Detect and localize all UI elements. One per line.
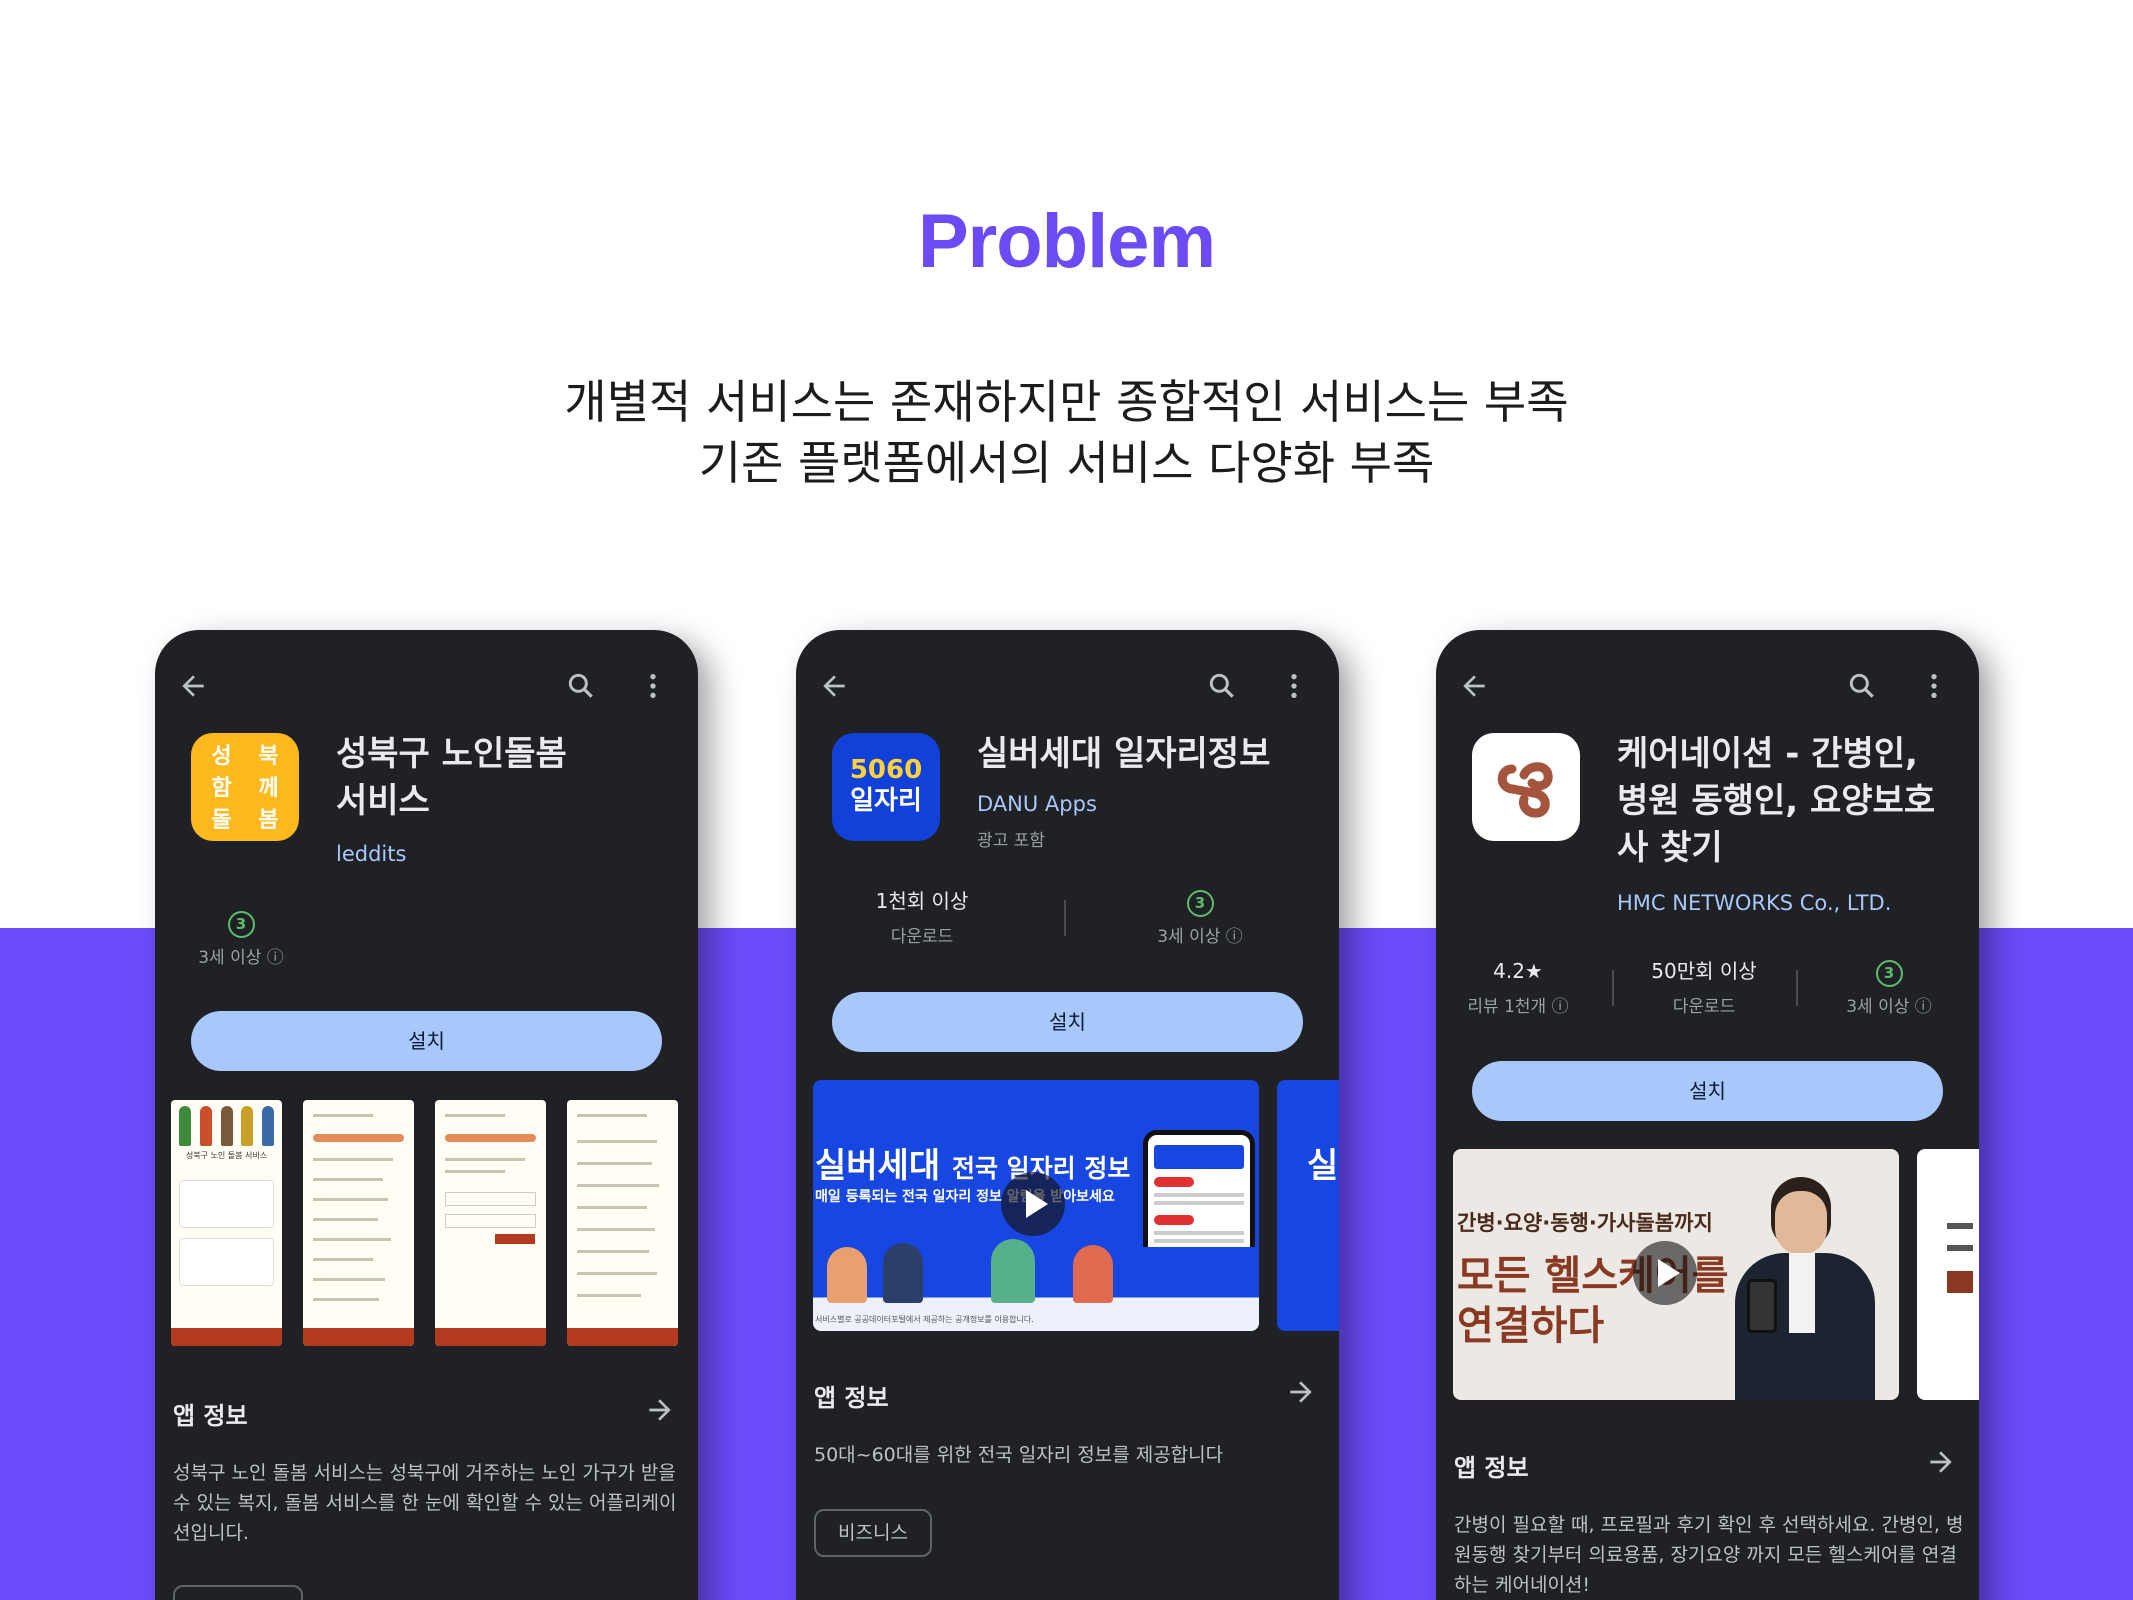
app-screenshot[interactable]: 실 bbox=[1277, 1080, 1339, 1331]
top-app-bar bbox=[155, 660, 698, 712]
back-arrow-icon[interactable] bbox=[1458, 670, 1490, 702]
rating-stat: 4.2★ 리뷰 1천개 ⓘ bbox=[1448, 956, 1588, 1017]
arrow-right-icon[interactable] bbox=[644, 1394, 676, 1426]
icon-glyph: 돌 bbox=[211, 808, 232, 833]
seongbuk-care-icon: 성 북 함 께 돌 봄 bbox=[191, 733, 299, 841]
install-button[interactable]: 설치 bbox=[832, 992, 1303, 1052]
section-title-app-info: 앱 정보 bbox=[1454, 1454, 1529, 1482]
banner-footer: 서비스별로 공공데이터포털에서 제공하는 공개정보를 이용합니다. bbox=[815, 1315, 1034, 1324]
age-rating-stat: 3 3세 이상 ⓘ bbox=[1819, 956, 1959, 1017]
play-icon bbox=[1658, 1259, 1680, 1287]
downloads-value: 1천회 이상 bbox=[875, 889, 969, 913]
banner-line-3: 연결하다 bbox=[1457, 1303, 1605, 1349]
more-vert-icon[interactable] bbox=[1918, 670, 1950, 702]
app-screenshot[interactable] bbox=[567, 1100, 678, 1346]
rating-label: 리뷰 1천개 ⓘ bbox=[1467, 997, 1569, 1017]
app-screenshot[interactable]: 성북구 노인 돌봄 서비스 bbox=[171, 1100, 282, 1346]
developer-link[interactable]: HMC NETWORKS Co., LTD. bbox=[1617, 891, 1891, 915]
app-name: 성북구 노인돌봄 서비스 bbox=[336, 734, 567, 821]
app-description: 성북구 노인 돌봄 서비스는 성북구에 거주하는 노인 가구가 받을 수 있는 … bbox=[173, 1462, 677, 1544]
phone-screen-seongbuk: 성 북 함 께 돌 봄 성북구 노인돌봄 서비스 leddits 3 3세 이상… bbox=[155, 630, 698, 1600]
app-name: 실버세대 일자리정보 bbox=[977, 734, 1271, 774]
carenation-icon bbox=[1472, 733, 1580, 841]
icon-line-2: 일자리 bbox=[850, 786, 922, 816]
back-arrow-icon[interactable] bbox=[177, 670, 209, 702]
downloads-value: 50만회 이상 bbox=[1651, 959, 1757, 983]
page-subtitle: 개별적 서비스는 존재하지만 종합적인 서비스는 부족 기존 플랫폼에서의 서비… bbox=[0, 372, 2133, 494]
more-vert-icon[interactable] bbox=[1278, 670, 1310, 702]
section-title-app-info: 앱 정보 bbox=[814, 1384, 889, 1412]
screenshot-caption: 성북구 노인 돌봄 서비스 bbox=[185, 1151, 268, 1160]
app-screenshot[interactable] bbox=[435, 1100, 546, 1346]
downloads-label: 다운로드 bbox=[890, 927, 954, 947]
subtitle-line-2: 기존 플랫폼에서의 서비스 다양화 부족 bbox=[698, 436, 1435, 490]
icon-glyph: 함 bbox=[211, 776, 232, 801]
play-button[interactable] bbox=[1633, 1241, 1697, 1305]
age-rating-label: 3세 이상 ⓘ bbox=[198, 948, 284, 968]
icon-line-1: 5060 bbox=[849, 755, 923, 785]
banner-line-1: 간병·요양·동행·가사돌봄까지 bbox=[1457, 1211, 1713, 1235]
subtitle-line-1: 개별적 서비스는 존재하지만 종합적인 서비스는 부족 bbox=[564, 375, 1569, 429]
stat-divider bbox=[1612, 970, 1614, 1006]
age-rating-icon: 3 bbox=[1875, 960, 1903, 987]
top-app-bar bbox=[1436, 660, 1979, 712]
age-rating-icon: 3 bbox=[227, 911, 255, 938]
page-title: Problem bbox=[917, 199, 1216, 284]
search-icon[interactable] bbox=[1846, 670, 1878, 702]
app-screenshot[interactable] bbox=[303, 1100, 414, 1346]
developer-link[interactable]: leddits bbox=[336, 842, 406, 866]
age-rating-stat: 3 3세 이상 ⓘ bbox=[1130, 886, 1270, 947]
age-rating-label: 3세 이상 ⓘ bbox=[1846, 997, 1932, 1017]
arrow-right-icon[interactable] bbox=[1285, 1376, 1317, 1408]
banner-headline-peek: 실 bbox=[1307, 1146, 1339, 1186]
icon-glyph: 봄 bbox=[258, 808, 279, 833]
icon-glyph: 북 bbox=[258, 744, 279, 769]
promo-video-thumbnail[interactable]: 간병·요양·동행·가사돌봄까지 모든 헬스케어를 연결하다 bbox=[1453, 1149, 1899, 1400]
banner-subtext: 매일 등록되는 전국 일자리 정보 알림을 받아보세요 bbox=[815, 1189, 1115, 1205]
category-chip[interactable] bbox=[173, 1585, 303, 1600]
app-name: 케어네이션 - 간병인, 병원 동행인, 요양보호사 찾기 bbox=[1617, 734, 1936, 868]
app-description: 간병이 필요할 때, 프로필과 후기 확인 후 선택하세요. 간병인, 병원동행… bbox=[1454, 1514, 1964, 1596]
banner-headline: 실버세대 bbox=[815, 1146, 941, 1186]
app-screenshot[interactable] bbox=[1917, 1149, 1979, 1400]
downloads-stat: 1천회 이상 다운로드 bbox=[852, 886, 992, 947]
downloads-label: 다운로드 bbox=[1672, 997, 1736, 1017]
install-button[interactable]: 설치 bbox=[1472, 1061, 1943, 1121]
install-button[interactable]: 설치 bbox=[191, 1011, 662, 1071]
ad-notice: 광고 포함 bbox=[977, 831, 1045, 851]
developer-link[interactable]: DANU Apps bbox=[977, 792, 1097, 816]
carenation-logo-icon bbox=[1497, 762, 1553, 818]
phone-screen-silver-jobs: 5060 일자리 실버세대 일자리정보 DANU Apps 광고 포함 1천회 … bbox=[796, 630, 1339, 1600]
downloads-stat: 50만회 이상 다운로드 bbox=[1634, 956, 1774, 1017]
stat-divider bbox=[1796, 970, 1798, 1006]
search-icon[interactable] bbox=[1206, 670, 1238, 702]
icon-glyph: 께 bbox=[258, 776, 279, 801]
icon-glyph: 성 bbox=[211, 744, 232, 769]
age-rating-icon: 3 bbox=[1186, 890, 1214, 917]
section-title-app-info: 앱 정보 bbox=[173, 1402, 248, 1430]
play-icon bbox=[1026, 1190, 1048, 1218]
search-icon[interactable] bbox=[565, 670, 597, 702]
stat-divider bbox=[1064, 900, 1066, 936]
5060-jobs-icon: 5060 일자리 bbox=[832, 733, 940, 841]
rating-value: 4.2★ bbox=[1493, 959, 1543, 983]
play-button[interactable] bbox=[1001, 1172, 1065, 1236]
age-rating-label: 3세 이상 ⓘ bbox=[1157, 927, 1243, 947]
arrow-right-icon[interactable] bbox=[1925, 1446, 1957, 1478]
more-vert-icon[interactable] bbox=[637, 670, 669, 702]
back-arrow-icon[interactable] bbox=[818, 670, 850, 702]
app-description: 50대~60대를 위한 전국 일자리 정보를 제공합니다 bbox=[814, 1444, 1224, 1466]
phone-screen-carenation: 케어네이션 - 간병인, 병원 동행인, 요양보호사 찾기 HMC NETWOR… bbox=[1436, 630, 1979, 1600]
category-chip[interactable]: 비즈니스 bbox=[814, 1509, 932, 1557]
promo-video-thumbnail[interactable]: 실버세대 전국 일자리 정보 매일 등록되는 전국 일자리 정보 알림을 받아보… bbox=[813, 1080, 1259, 1331]
age-rating-stat: 3 3세 이상 ⓘ bbox=[171, 907, 311, 968]
top-app-bar bbox=[796, 660, 1339, 712]
